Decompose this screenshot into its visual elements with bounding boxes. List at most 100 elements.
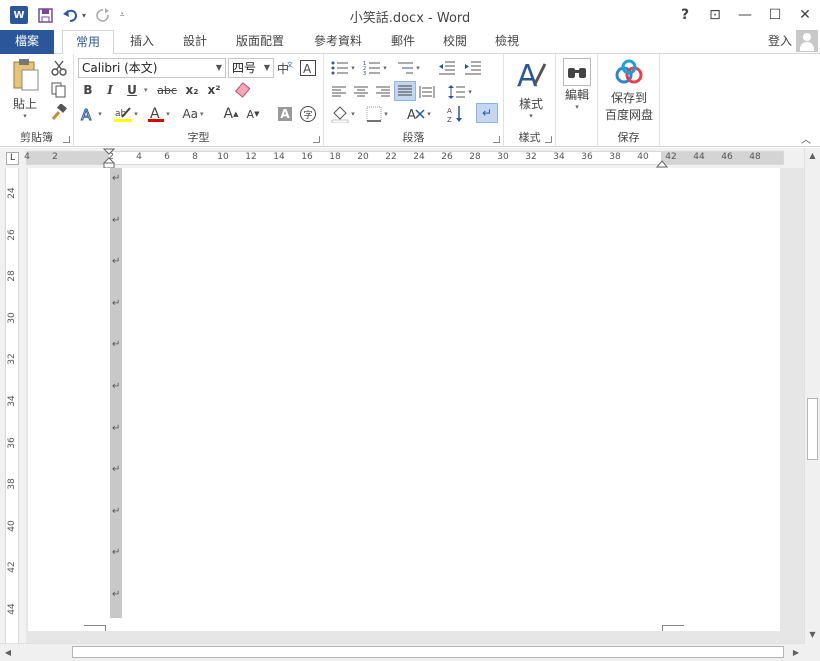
underline-dropdown-icon[interactable]: ▾ (144, 86, 148, 94)
asian-layout-icon[interactable]: A ▾ (404, 104, 434, 124)
sort-icon[interactable]: AZ (444, 104, 466, 124)
redo-icon[interactable] (94, 6, 112, 24)
minimize-button[interactable]: — (730, 0, 760, 30)
horizontal-scrollbar[interactable]: ◀ ▶ (0, 643, 804, 661)
character-border-icon[interactable]: A (298, 58, 318, 78)
justify-icon[interactable] (394, 81, 416, 101)
tab-design[interactable]: 設計 (170, 30, 220, 54)
help-button[interactable]: ? (670, 0, 700, 30)
undo-icon[interactable] (62, 6, 80, 24)
customize-qat-icon[interactable]: ⩡ (120, 10, 125, 20)
distributed-icon[interactable] (416, 82, 438, 102)
tab-insert[interactable]: 插入 (118, 30, 166, 54)
tab-view[interactable]: 檢視 (484, 30, 530, 54)
strikethrough-button[interactable]: abc (154, 80, 180, 100)
word-icon[interactable]: W (10, 6, 28, 24)
undo-dropdown-icon[interactable]: ▾ (82, 11, 86, 20)
ribbon-display-options-button[interactable]: ⊡ (700, 0, 730, 30)
borders-icon[interactable]: ▾ (362, 104, 392, 124)
ruler-tick-label: 16 (301, 152, 313, 162)
styles-dropdown-icon[interactable]: ▾ (512, 112, 550, 120)
save-to-baidu-button[interactable]: 保存到 百度网盘 (600, 58, 658, 123)
align-center-icon[interactable] (350, 82, 372, 102)
enclose-characters-button[interactable]: 字 (298, 104, 318, 124)
editing-dropdown-icon[interactable]: ▾ (560, 103, 594, 111)
ruler-tick-label: 46 (721, 152, 733, 162)
document-page[interactable]: ↵ ↵ ↵ ↵ ↵ ↵ ↵ ↵ ↵ ↵ ↵ (28, 168, 780, 643)
tab-home[interactable]: 常用 (62, 30, 114, 55)
align-left-icon[interactable] (328, 82, 350, 102)
ruler-tick-label: 44 (7, 603, 17, 615)
right-indent-marker-icon[interactable] (656, 158, 668, 168)
tab-mailings[interactable]: 郵件 (380, 30, 426, 54)
avatar[interactable] (796, 30, 818, 52)
superscript-button[interactable]: x² (204, 80, 224, 100)
bullets-icon[interactable]: ▾ (328, 58, 358, 78)
font-name-dropdown-icon[interactable]: ▼ (216, 59, 222, 77)
save-icon[interactable] (36, 6, 54, 24)
vertical-ruler[interactable]: 24 26 28 30 32 34 36 38 40 42 44 (0, 168, 26, 643)
styles-launcher-icon[interactable] (545, 136, 552, 143)
show-hide-marks-icon[interactable]: ↵ (476, 103, 498, 123)
vertical-scrollbar[interactable]: ▲ ▼ (804, 148, 820, 643)
underline-button[interactable]: U (122, 80, 142, 100)
italic-button[interactable]: I (100, 80, 120, 100)
ruler-tick-label: 40 (7, 520, 17, 532)
close-button[interactable]: ✕ (790, 0, 820, 30)
indent-marker-icon[interactable] (103, 148, 115, 168)
tab-references[interactable]: 參考資料 (304, 30, 372, 54)
tab-file[interactable]: 檔案 (0, 30, 54, 54)
shrink-font-button[interactable]: A ▼ (244, 104, 262, 124)
quick-access-toolbar: W ▾ ⩡ (10, 6, 125, 24)
clipboard-launcher-icon[interactable] (63, 136, 70, 143)
horizontal-scroll-thumb[interactable] (72, 646, 784, 658)
sign-in-link[interactable]: 登入 (768, 32, 792, 49)
multilevel-list-icon[interactable]: ▾ (392, 58, 424, 78)
scroll-up-icon[interactable]: ▲ (805, 148, 820, 164)
decrease-indent-icon[interactable] (436, 58, 458, 78)
tab-review[interactable]: 校閱 (432, 30, 478, 54)
numbering-icon[interactable]: 1 2 3 ▾ (360, 58, 390, 78)
font-size-combo[interactable]: 四号 ▼ (228, 58, 274, 78)
align-right-icon[interactable] (372, 82, 394, 102)
change-case-button[interactable]: Aa ▾ (178, 104, 208, 124)
phonetic-guide-icon[interactable]: 中文 (276, 58, 296, 78)
increase-indent-icon[interactable] (462, 58, 484, 78)
ruler-tick-label: 22 (385, 152, 397, 162)
paste-button[interactable]: 貼上 ▾ (6, 58, 44, 120)
subscript-button[interactable]: x₂ (182, 80, 202, 100)
text-effects-icon[interactable]: A ▾ (78, 104, 104, 124)
tab-selector-button[interactable]: L (6, 152, 19, 165)
cut-icon[interactable] (48, 58, 70, 78)
vertical-scroll-thumb[interactable] (807, 398, 818, 460)
paste-dropdown-icon[interactable]: ▾ (6, 112, 44, 120)
font-name-combo[interactable]: Calibri (本文) ▼ (78, 58, 226, 78)
scrollbar-corner (804, 643, 820, 661)
paragraph-mark: ↵ (112, 589, 121, 600)
format-painter-icon[interactable] (48, 102, 70, 122)
scroll-right-icon[interactable]: ▶ (788, 644, 804, 661)
line-spacing-icon[interactable]: ▾ (444, 82, 476, 102)
grow-font-button[interactable]: A ▲ (222, 104, 240, 124)
styles-button[interactable]: A 樣式 ▾ (512, 58, 550, 120)
scroll-left-icon[interactable]: ◀ (0, 644, 16, 661)
shading-icon[interactable]: ▾ (328, 104, 358, 124)
font-color-icon[interactable]: A ▾ (146, 104, 172, 124)
horizontal-ruler[interactable]: 4 2 2 4 6 8 10 12 14 16 18 20 22 24 26 28 30 32 34 36 38 40 42… (0, 148, 820, 168)
font-size-dropdown-icon[interactable]: ▼ (264, 59, 270, 77)
font-launcher-icon[interactable] (313, 136, 320, 143)
bold-button[interactable]: B (78, 80, 98, 100)
editing-button[interactable]: 編輯 ▾ (560, 58, 594, 111)
tab-layout[interactable]: 版面配置 (226, 30, 294, 54)
copy-icon[interactable] (48, 80, 70, 100)
clear-formatting-icon[interactable] (232, 80, 254, 100)
document-area[interactable]: ↵ ↵ ↵ ↵ ↵ ↵ ↵ ↵ ↵ ↵ ↵ (26, 168, 804, 643)
highlight-color-icon[interactable]: ab ▾ (112, 104, 140, 124)
paragraph-launcher-icon[interactable] (493, 136, 500, 143)
scroll-down-icon[interactable]: ▼ (805, 627, 820, 643)
collapse-ribbon-icon[interactable]: ︿ (796, 128, 816, 148)
character-shading-button[interactable]: A (276, 104, 294, 124)
maximize-button[interactable]: ☐ (760, 0, 790, 30)
character-shading-label: A (278, 107, 292, 121)
ruler-tick-label: 18 (329, 152, 341, 162)
